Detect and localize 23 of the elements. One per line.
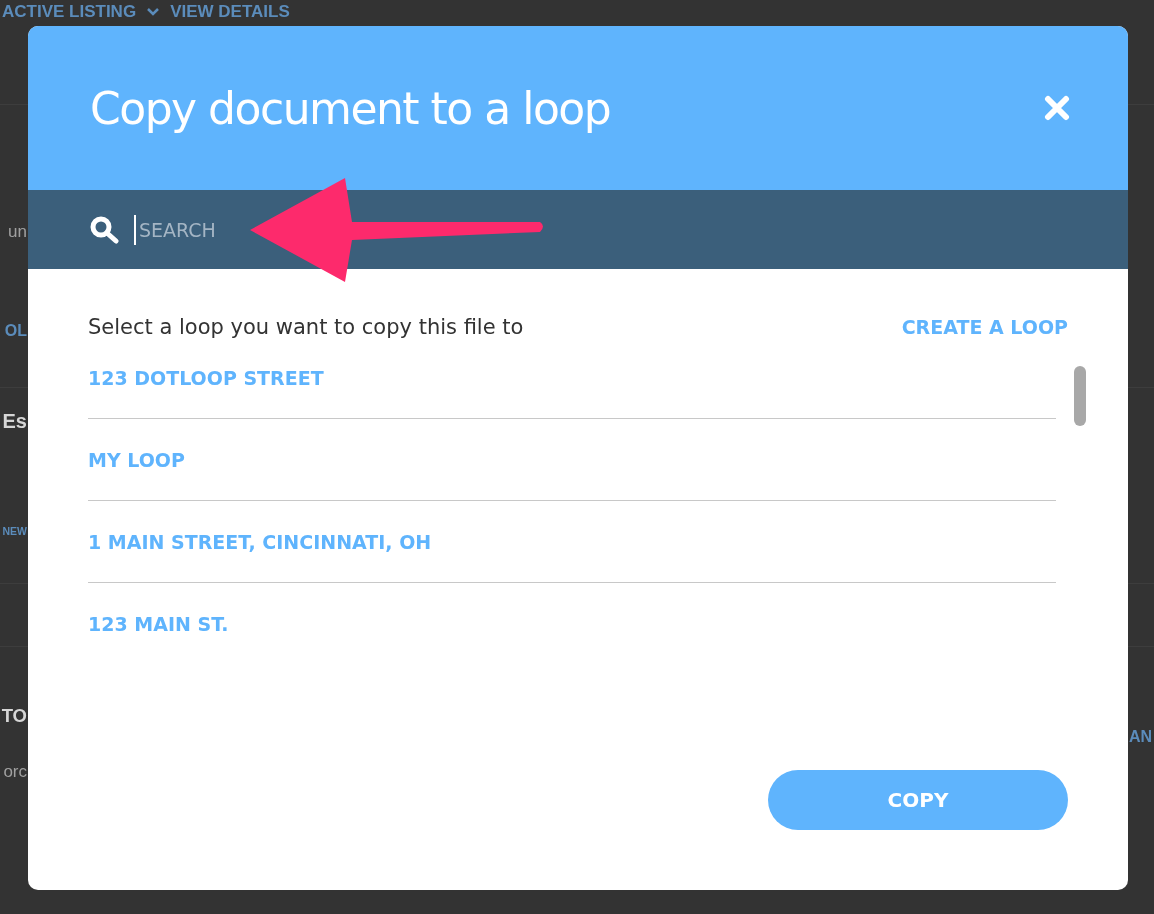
loop-item[interactable]: 123 DOTLOOP STREET — [88, 337, 1056, 419]
page-text-fragment: Es — [2, 410, 27, 433]
close-icon[interactable] — [1044, 95, 1070, 121]
loop-item[interactable]: MY LOOP — [88, 419, 1056, 501]
page-text-fragment: TO — [1, 705, 27, 727]
page-text-fragment: OL — [4, 322, 27, 341]
chevron-icon — [146, 7, 161, 17]
nav-link[interactable]: ACTIVE LISTING — [2, 2, 137, 22]
page-text-fragment: un — [8, 222, 27, 242]
instruction-text: Select a loop you want to copy this file to — [88, 315, 524, 339]
dialog-title: Copy document to a loop — [90, 82, 611, 134]
nav-link[interactable]: VIEW DETAILS — [170, 2, 290, 22]
copy-button[interactable]: COPY — [768, 770, 1068, 830]
text-cursor — [134, 214, 136, 245]
loop-item[interactable]: 1 MAIN STREET, CINCINNATI, OH — [88, 501, 1056, 583]
loop-item[interactable]: 123 MAIN ST. — [88, 583, 1056, 665]
search-field[interactable]: SEARCH — [136, 218, 229, 241]
scrollbar-thumb[interactable] — [1074, 366, 1086, 426]
page-text-fragment: NEW — [2, 525, 27, 538]
page-text-fragment: AN — [1129, 728, 1153, 747]
page-text-fragment: orc — [3, 762, 27, 782]
search-icon — [90, 215, 120, 244]
create-loop-link[interactable]: CREATE A LOOP — [901, 316, 1068, 338]
